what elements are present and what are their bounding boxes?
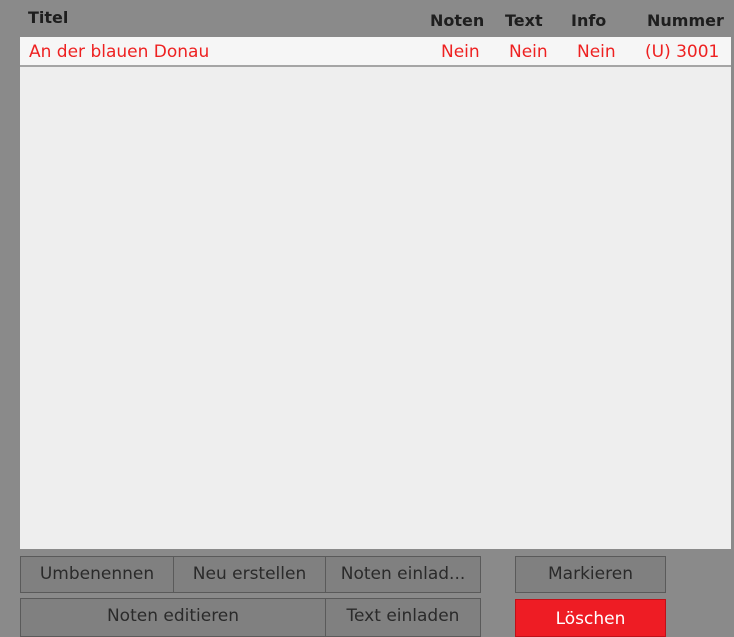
table-header: Titel Noten Text Info Nummer xyxy=(0,0,734,34)
song-list[interactable]: An der blauen Donau Nein Nein Nein (U) 3… xyxy=(20,37,731,549)
column-header-title[interactable]: Titel xyxy=(28,8,68,27)
create-button[interactable]: Neu erstellen xyxy=(173,556,326,593)
delete-button[interactable]: Löschen xyxy=(515,599,666,637)
row-number: (U) 3001 xyxy=(645,42,720,62)
mark-button[interactable]: Markieren xyxy=(515,556,666,593)
column-header-noten[interactable]: Noten xyxy=(430,11,484,30)
row-info: Nein xyxy=(577,42,616,62)
column-header-text[interactable]: Text xyxy=(505,11,543,30)
table-row[interactable]: An der blauen Donau Nein Nein Nein (U) 3… xyxy=(20,37,731,67)
column-header-info[interactable]: Info xyxy=(571,11,606,30)
load-text-button[interactable]: Text einladen xyxy=(325,598,481,637)
row-text: Nein xyxy=(509,42,548,62)
row-title: An der blauen Donau xyxy=(29,42,210,62)
column-header-nummer[interactable]: Nummer xyxy=(647,11,724,30)
row-noten: Nein xyxy=(441,42,480,62)
edit-notes-button[interactable]: Noten editieren xyxy=(20,598,326,637)
load-notes-button[interactable]: Noten einlad... xyxy=(325,556,481,593)
rename-button[interactable]: Umbenennen xyxy=(20,556,174,593)
